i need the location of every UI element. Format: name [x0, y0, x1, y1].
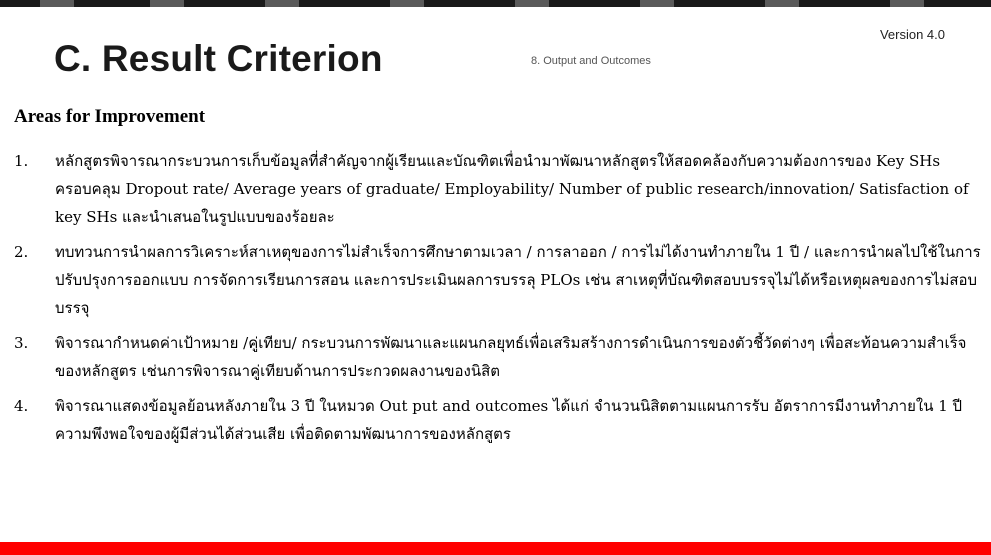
slide-subtitle: 8. Output and Outcomes	[531, 55, 651, 67]
stripe-segment	[265, 0, 299, 7]
list-item: 1. หลักสูตรพิจารณากระบวนการเก็บข้อมูลที่…	[14, 147, 984, 231]
bottom-accent-bar	[0, 542, 991, 555]
slide-title: C. Result Criterion	[54, 38, 383, 79]
section-heading: Areas for Improvement	[14, 106, 206, 127]
stripe-segment	[765, 0, 799, 7]
item-text: ทบทวนการนำผลการวิเคราะห์สาเหตุของการไม่ส…	[55, 243, 981, 317]
stripe-segment	[390, 0, 424, 7]
item-text: พิจารณากำหนดค่าเป้าหมาย /คู่เทียบ/ กระบว…	[55, 334, 967, 380]
stripe-segment	[515, 0, 549, 7]
version-label: Version 4.0	[879, 27, 945, 42]
item-number: 2.	[14, 243, 29, 261]
stripe-segment	[890, 0, 924, 7]
list-item: 3. พิจารณากำหนดค่าเป้าหมาย /คู่เทียบ/ กร…	[14, 329, 984, 385]
list-item: 2. ทบทวนการนำผลการวิเคราะห์สาเหตุของการไ…	[14, 238, 984, 322]
item-text: พิจารณาแสดงข้อมูลย้อนหลังภายใน 3 ปี ในหม…	[55, 397, 963, 443]
item-text: หลักสูตรพิจารณากระบวนการเก็บข้อมูลที่สำค…	[55, 152, 969, 226]
improvement-list: 1. หลักสูตรพิจารณากระบวนการเก็บข้อมูลที่…	[14, 147, 984, 455]
stripe-segment	[40, 0, 74, 7]
top-decorative-stripe	[0, 0, 991, 7]
item-number: 1.	[14, 152, 29, 170]
list-item: 4. พิจารณาแสดงข้อมูลย้อนหลังภายใน 3 ปี ใ…	[14, 392, 984, 448]
stripe-segment	[150, 0, 184, 7]
item-number: 3.	[14, 334, 29, 352]
item-number: 4.	[14, 397, 29, 415]
stripe-segment	[640, 0, 674, 7]
